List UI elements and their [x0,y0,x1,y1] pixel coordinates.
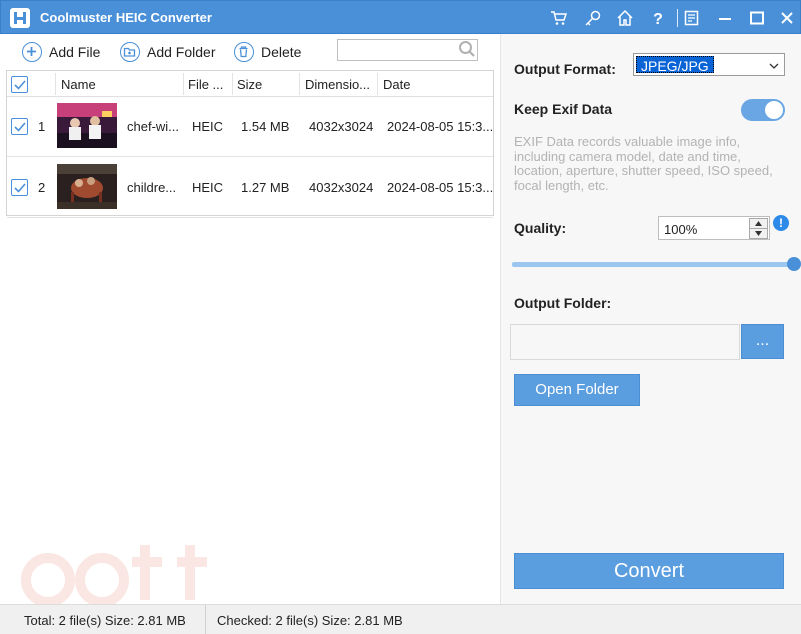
row-dimension: 4032x3024 [309,180,374,195]
quality-slider-handle[interactable] [787,257,801,271]
toggle-knob [765,101,783,119]
search-input[interactable] [337,39,478,61]
exif-description: EXIF Data records valuable image info, i… [514,134,773,193]
help-icon[interactable]: ? [646,6,670,30]
status-checked: Checked: 2 file(s) Size: 2.81 MB [217,613,403,628]
image-thumbnail [57,103,117,148]
file-list-table: Name File ... Size Dimensio... Date 1 ch… [6,70,494,218]
browse-folder-button[interactable]: ... [741,324,784,359]
column-separator [377,73,378,95]
trash-icon [234,42,254,62]
row-file-type: HEIC [192,119,224,134]
add-folder-icon [120,42,140,62]
output-folder-field[interactable] [510,324,740,360]
quality-value: 100% [664,222,698,237]
column-header-size[interactable]: Size [237,77,262,92]
title-bar: Coolmuster HEIC Converter ? [0,0,801,34]
keep-exif-label: Keep Exif Data [514,101,613,117]
close-icon[interactable] [775,6,799,30]
row-index: 1 [38,119,46,134]
feedback-icon[interactable] [680,6,704,30]
output-folder-label: Output Folder: [514,295,612,311]
minimize-icon[interactable] [713,6,737,30]
add-folder-label: Add Folder [147,44,216,60]
row-date: 2024-08-05 15:3... [387,180,494,195]
column-separator [55,73,56,95]
row-date: 2024-08-05 15:3... [387,119,494,134]
column-header-dimension[interactable]: Dimensio... [305,77,377,92]
row-file-size: 1.27 MB [241,180,290,195]
table-row[interactable]: 1 chef-wi... HEIC 1.54 MB 4032x3024 2024… [7,97,493,157]
row-checkbox[interactable] [11,179,28,196]
row-index: 2 [38,180,46,195]
maximize-icon[interactable] [745,6,769,30]
add-file-icon [22,42,42,62]
row-dimension: 4032x3024 [309,119,374,134]
delete-label: Delete [261,44,302,60]
status-total: Total: 2 file(s) Size: 2.81 MB [24,613,186,628]
add-file-label: Add File [49,44,101,60]
key-icon[interactable] [581,6,605,30]
open-folder-button[interactable]: Open Folder [514,374,640,406]
titlebar-separator [677,9,678,27]
convert-button[interactable]: Convert [514,553,784,589]
cart-icon[interactable] [547,6,571,30]
quality-slider-track[interactable] [512,262,792,267]
output-format-select[interactable]: JPEG/JPG [633,53,785,76]
status-separator [205,605,206,634]
keep-exif-toggle[interactable] [741,99,785,121]
image-thumbnail [57,164,117,209]
quality-stepper[interactable]: 100% [658,216,770,240]
table-row[interactable]: 2 childre... HEIC 1.27 MB 4032x3024 2024… [7,158,493,218]
status-bar: Total: 2 file(s) Size: 2.81 MB Checked: … [0,604,801,634]
row-checkbox[interactable] [11,118,28,135]
home-icon[interactable] [613,6,637,30]
watermark-logo [10,540,220,607]
chevron-down-icon [769,59,779,74]
column-separator [183,73,184,95]
quality-label: Quality: [514,220,567,236]
row-file-type: HEIC [192,180,224,195]
app-logo-icon [10,8,30,28]
add-folder-button[interactable]: Add Folder [120,41,215,63]
output-format-value: JPEG/JPG [636,56,714,74]
select-all-checkbox[interactable] [11,76,28,93]
column-header-file-type[interactable]: File ... [188,77,230,92]
output-format-label: Output Format: [514,61,616,77]
info-warning-icon[interactable]: ! [773,215,789,231]
column-separator [232,73,233,95]
column-header-name[interactable]: Name [61,77,96,92]
row-file-name: childre... [127,180,177,195]
add-file-button[interactable]: Add File [22,41,100,63]
app-title: Coolmuster HEIC Converter [40,10,212,25]
svg-text:?: ? [653,11,663,27]
delete-button[interactable]: Delete [234,41,301,63]
row-file-name: chef-wi... [127,119,180,134]
quality-down-button[interactable] [749,228,768,239]
table-header: Name File ... Size Dimensio... Date [7,71,493,97]
column-separator [299,73,300,95]
row-file-size: 1.54 MB [241,119,290,134]
column-header-date[interactable]: Date [383,77,410,92]
